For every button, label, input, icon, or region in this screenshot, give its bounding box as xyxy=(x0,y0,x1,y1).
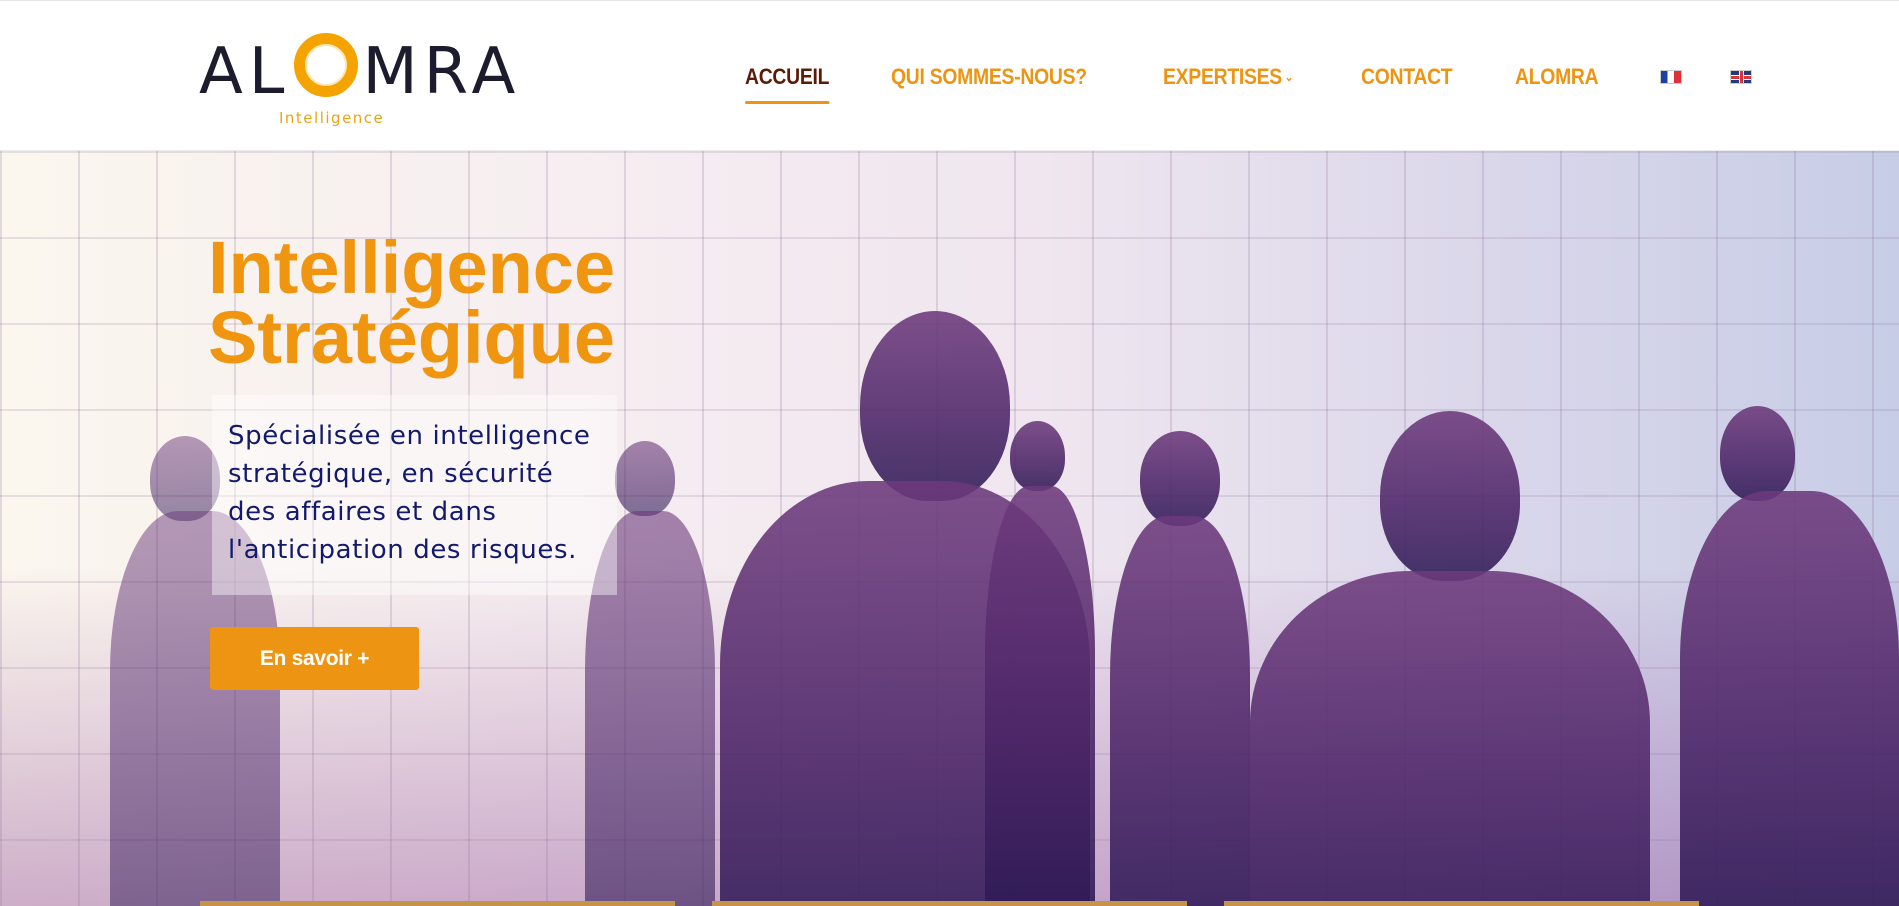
hero-banner: Intelligence Stratégique Spécialisée en … xyxy=(0,151,1899,906)
nav-item-alomra[interactable]: ALOMRA xyxy=(1515,64,1599,90)
flag-fr-icon[interactable] xyxy=(1659,70,1682,84)
hero-silhouette xyxy=(1250,571,1650,906)
logo-wordmark: AL MRA xyxy=(199,33,521,104)
hero-title-line1: Intelligence xyxy=(208,226,616,309)
alomra-logo[interactable]: AL MRA Intelligence xyxy=(199,23,529,133)
hero-silhouette xyxy=(615,441,675,516)
hero-silhouette xyxy=(1010,421,1065,491)
nav-item-expertises[interactable]: EXPERTISES ⌄ xyxy=(1163,64,1293,90)
nav-item-expertises-label: EXPERTISES xyxy=(1163,64,1283,89)
hero-title: Intelligence Stratégique xyxy=(208,226,616,379)
hero-silhouette xyxy=(1720,406,1795,501)
hero-silhouette xyxy=(1110,516,1250,906)
logo-text-left: AL xyxy=(199,35,291,109)
flag-en-icon[interactable] xyxy=(1729,70,1752,84)
main-nav: ACCUEIL QUI SOMMES-NOUS? EXPERTISES ⌄ CON… xyxy=(745,57,1800,104)
logo-ring-icon xyxy=(294,33,359,97)
hero-silhouette xyxy=(1140,431,1220,526)
hero-silhouette xyxy=(150,436,220,521)
feature-card[interactable] xyxy=(200,901,675,906)
hero-description-box: Spécialisée en intelligence stratégique,… xyxy=(212,395,617,595)
logo-text-right: MRA xyxy=(362,35,522,109)
logo-tagline: Intelligence xyxy=(279,109,385,127)
chevron-down-icon: ⌄ xyxy=(1284,70,1294,84)
nav-item-qui-sommes-nous[interactable]: QUI SOMMES-NOUS? xyxy=(891,64,1087,90)
hero-description: Spécialisée en intelligence stratégique,… xyxy=(228,421,591,565)
hero-title-line2: Stratégique xyxy=(208,296,616,379)
feature-card[interactable] xyxy=(1224,901,1699,906)
nav-item-contact[interactable]: CONTACT xyxy=(1361,64,1453,90)
hero-silhouette xyxy=(985,486,1095,906)
site-header: AL MRA Intelligence ACCUEIL QUI SOMMES-NO… xyxy=(0,0,1899,151)
en-savoir-plus-button[interactable]: En savoir + xyxy=(210,627,419,690)
feature-card[interactable] xyxy=(712,901,1187,906)
hero-silhouette xyxy=(860,311,1010,501)
hero-silhouette xyxy=(1380,411,1520,581)
hero-silhouette xyxy=(1680,491,1899,906)
nav-item-accueil[interactable]: ACCUEIL xyxy=(745,64,829,104)
